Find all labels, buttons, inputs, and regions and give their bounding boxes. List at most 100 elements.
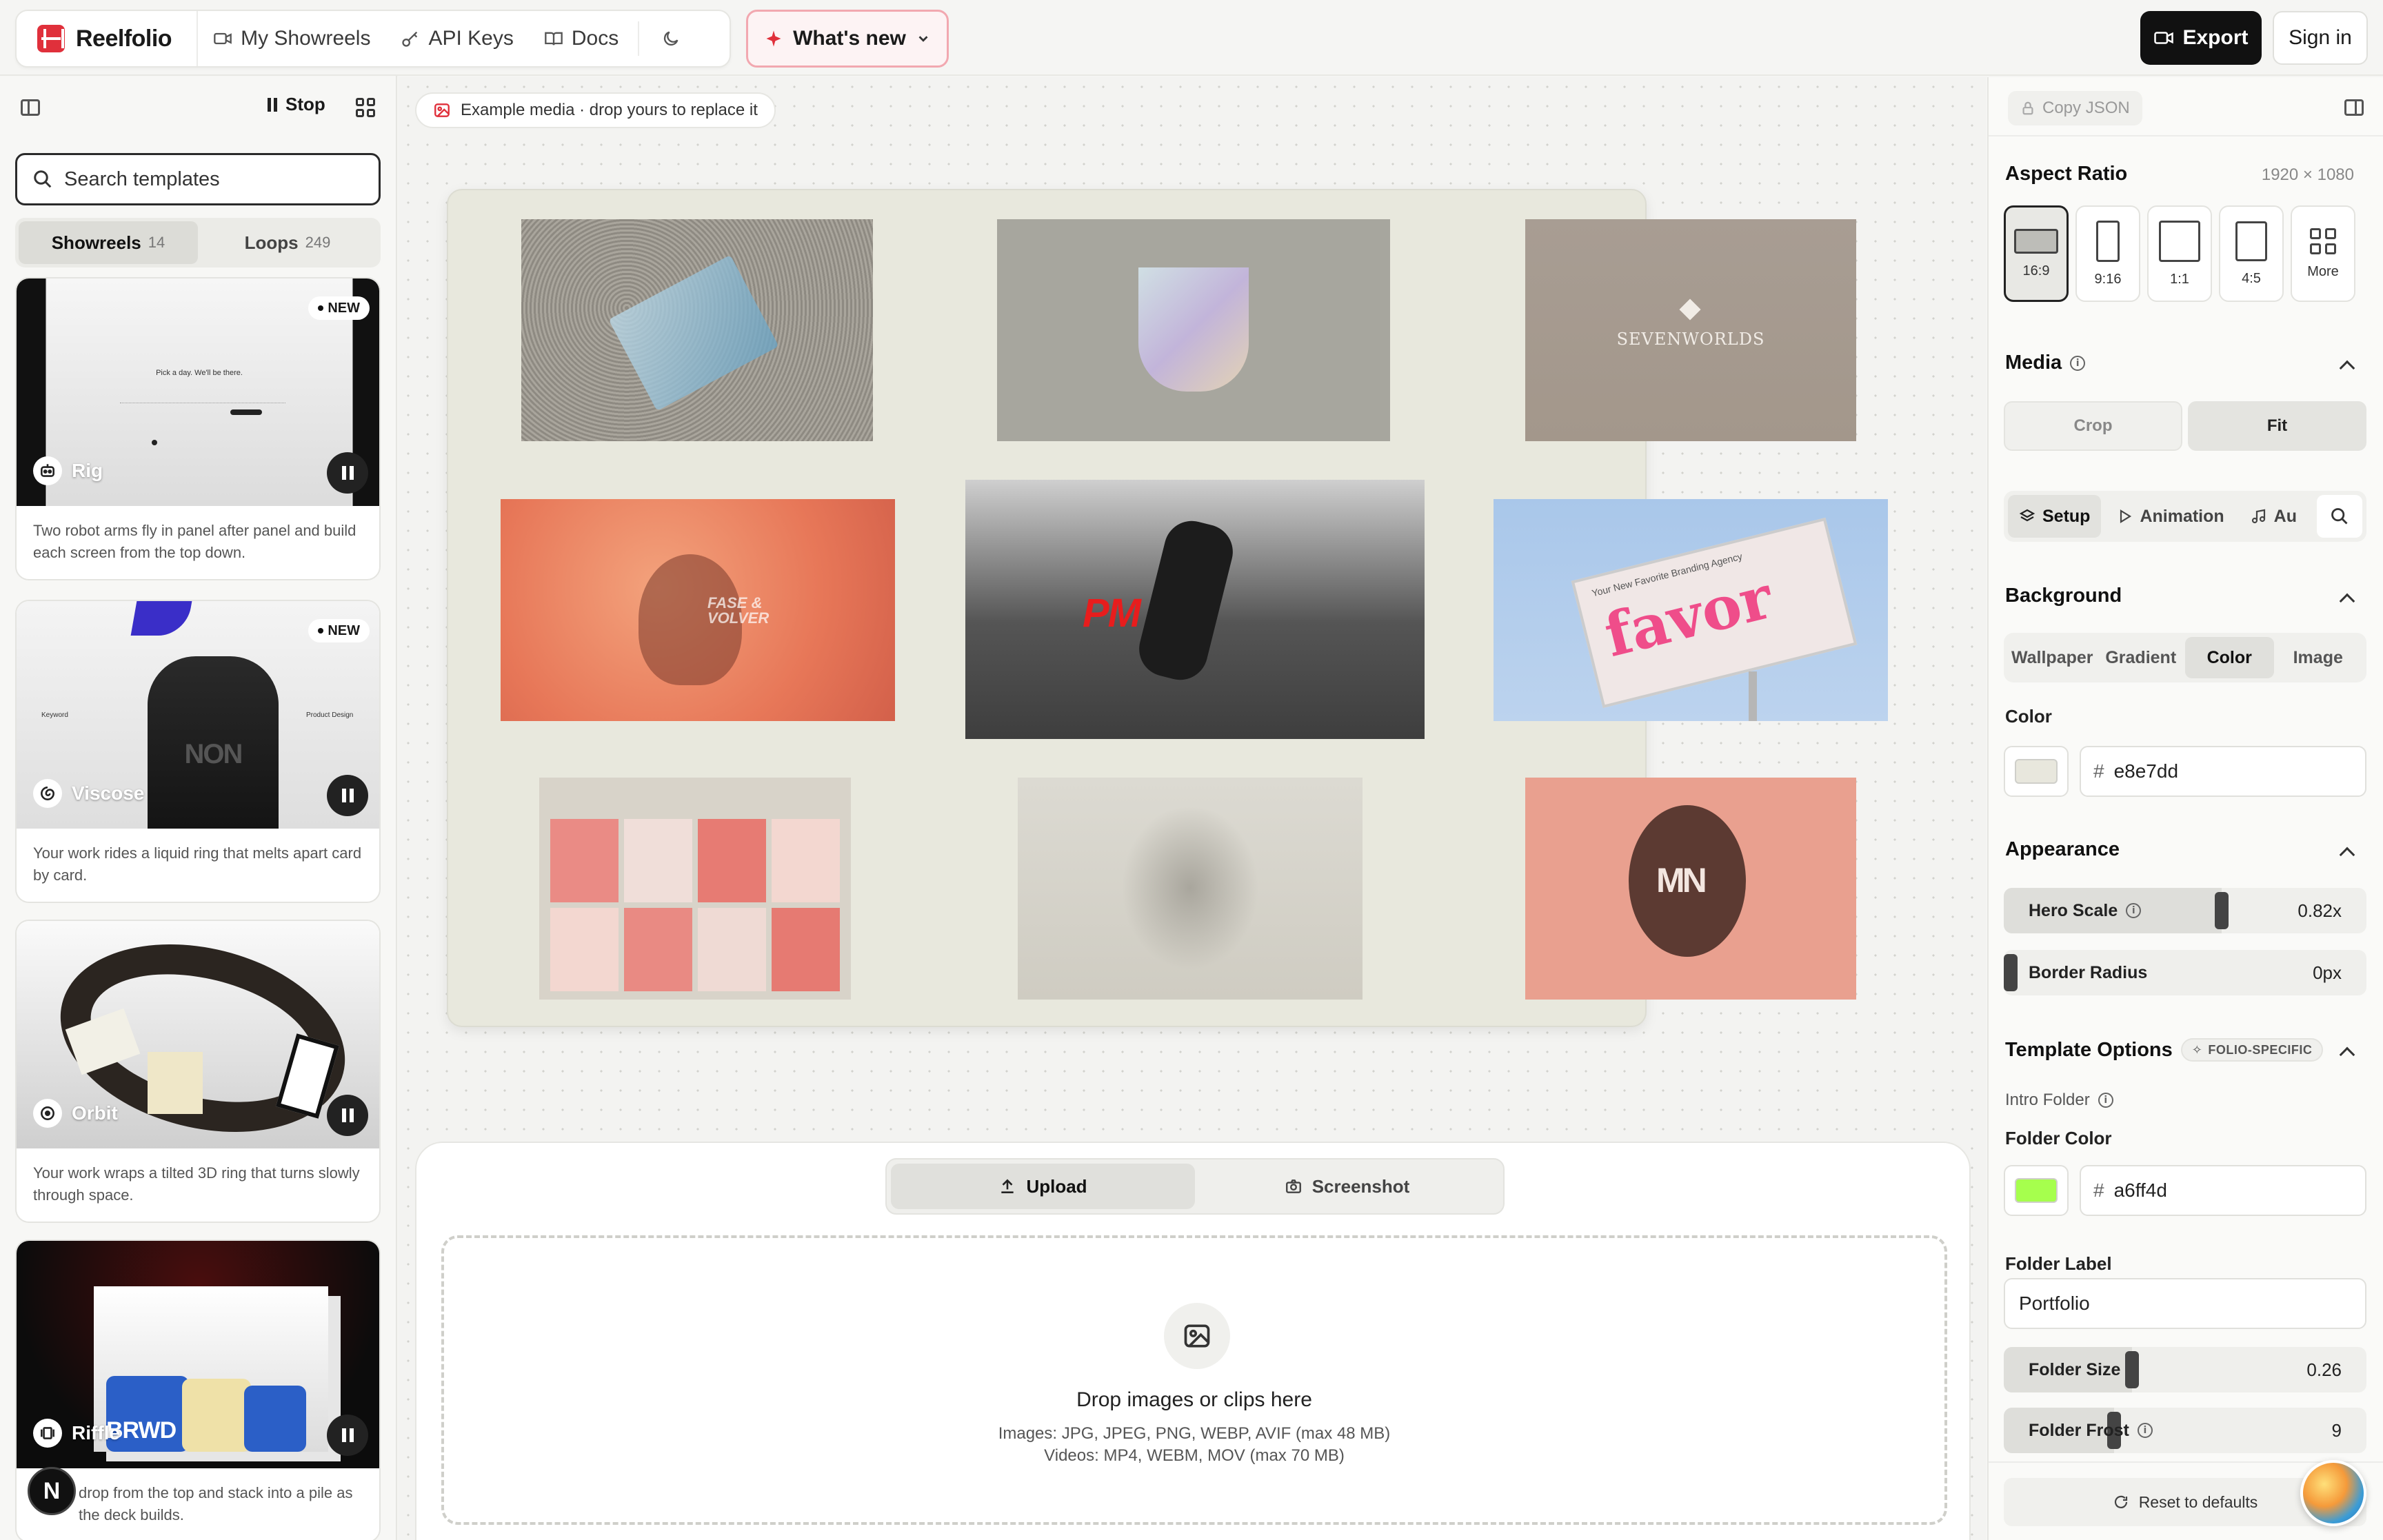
aspect-more-button[interactable]: More (2291, 205, 2355, 302)
orbit-pause-button[interactable] (327, 1095, 368, 1136)
tab-loops[interactable]: Loops 249 (198, 221, 377, 264)
media-tile-poster-wall[interactable] (539, 778, 851, 1000)
chevron-up-icon[interactable] (2339, 593, 2355, 609)
aspect-1-1-label: 1:1 (2170, 271, 2189, 287)
viscose-thumb-text: NON (184, 739, 243, 769)
bg-color-label: Color (2005, 706, 2052, 727)
template-search-input[interactable]: Search templates (15, 153, 381, 205)
rig-name: Rig (72, 460, 103, 481)
aspect-more-label: More (2307, 263, 2339, 279)
tab-gradient[interactable]: Gradient (2097, 637, 2186, 678)
folder-size-handle[interactable] (2125, 1351, 2139, 1388)
info-icon[interactable]: i (2070, 355, 2086, 371)
template-options-label: Template Options (2005, 1038, 2173, 1061)
stop-label: Stop (285, 94, 325, 114)
folder-label-input[interactable]: Portfolio (2004, 1278, 2366, 1329)
orbit-description: Your work wraps a tilted 3D ring that tu… (33, 1164, 360, 1204)
stop-all-button[interactable]: Stop (268, 94, 325, 115)
aspect-ratio-title: Aspect Ratio (2005, 163, 2128, 185)
border-radius-slider[interactable]: Border Radius 0px (2004, 950, 2366, 995)
settings-panel: Copy JSON Aspect Ratio 1920 × 1080 16:9 … (1987, 77, 2383, 1540)
sidebar-collapse-icon[interactable] (21, 99, 40, 116)
tab-color[interactable]: Color (2185, 637, 2274, 678)
export-button[interactable]: Export (2140, 11, 2262, 65)
folder-color-hex-input[interactable]: # a6ff4d (2080, 1165, 2366, 1216)
grid-view-icon[interactable] (356, 98, 375, 117)
tab-wallpaper[interactable]: Wallpaper (2008, 637, 2097, 678)
dropzone-title: Drop images or clips here (1076, 1388, 1312, 1411)
help-globe-icon[interactable] (2300, 1460, 2366, 1526)
aspect-16-9-button[interactable]: 16:9 (2004, 205, 2069, 302)
showreel-board[interactable]: SEVENWORLDS FASE & VOLVER PM Your New Fa… (447, 189, 1888, 1027)
appearance-title: Appearance (2005, 838, 2120, 860)
mn-text: MN (1656, 861, 1707, 900)
whats-new-button[interactable]: What's new (746, 10, 949, 68)
riffle-title: Riffle (33, 1419, 120, 1448)
rig-pause-button[interactable] (327, 452, 368, 494)
chevron-up-icon[interactable] (2339, 360, 2355, 376)
nav-api-keys[interactable]: API Keys (385, 11, 528, 66)
tab-screenshot[interactable]: Screenshot (1195, 1164, 1499, 1209)
chevron-up-icon[interactable] (2339, 847, 2355, 863)
folder-frost-slider[interactable]: Folder Frost i 9 (2004, 1408, 2366, 1453)
export-video-icon (2154, 32, 2174, 44)
fit-button[interactable]: Fit (2188, 401, 2366, 451)
crop-button[interactable]: Crop (2004, 401, 2182, 451)
folder-color-hex-value: a6ff4d (2113, 1179, 2167, 1201)
nav-docs-label: Docs (571, 27, 619, 50)
avatar[interactable]: N (28, 1467, 76, 1515)
folder-frost-label-text: Folder Frost (2029, 1420, 2129, 1440)
tab-showreels[interactable]: Showreels 14 (19, 221, 198, 264)
orbit-title: Orbit (33, 1099, 118, 1128)
settings-header: Copy JSON (1989, 77, 2383, 136)
bg-color-hex-input[interactable]: # e8e7dd (2080, 746, 2366, 797)
media-tile-fase-volver[interactable]: FASE & VOLVER (501, 499, 895, 721)
tab-upload-label: Upload (1026, 1175, 1087, 1197)
chevron-up-icon[interactable] (2339, 1046, 2355, 1063)
folder-size-slider[interactable]: Folder Size 0.26 (2004, 1347, 2366, 1392)
media-tile-billboard[interactable]: Your New Favorite Branding Agency favor (1494, 499, 1888, 721)
viscose-title: Viscose (33, 779, 144, 808)
tab-image[interactable]: Image (2274, 637, 2363, 678)
viscose-pause-button[interactable] (327, 775, 368, 816)
folio-specific-text: FOLIO-SPECIFIC (2208, 1042, 2313, 1057)
nav-docs[interactable]: Docs (529, 11, 634, 66)
media-tile-coffee-bag[interactable] (521, 219, 873, 441)
hero-scale-handle[interactable] (2215, 892, 2229, 929)
media-tile-motion-blur[interactable] (1018, 778, 1363, 1000)
search-placeholder: Search templates (64, 168, 220, 190)
info-icon[interactable]: i (2137, 1423, 2153, 1438)
template-card-rig[interactable]: Pick a day. We'll be there. NEW Rig Two … (15, 277, 381, 580)
media-tile-mn-helmet[interactable]: MN (1525, 778, 1856, 1000)
tab-animation[interactable]: Animation (2105, 495, 2235, 538)
tab-upload[interactable]: Upload (891, 1164, 1195, 1209)
ratio-16-9-icon (2014, 228, 2058, 254)
copy-json-button[interactable]: Copy JSON (2008, 91, 2142, 125)
media-dropzone[interactable]: Drop images or clips here Images: JPG, J… (441, 1235, 1947, 1525)
template-card-viscose[interactable]: NON Keyword Product Design NEW Viscose Y… (15, 600, 381, 903)
border-radius-handle[interactable] (2004, 954, 2018, 991)
aspect-4-5-button[interactable]: 4:5 (2219, 205, 2284, 302)
sign-in-button[interactable]: Sign in (2273, 11, 2368, 65)
nav-my-showreels[interactable]: My Showreels (198, 11, 385, 66)
hero-scale-slider[interactable]: Hero Scale i 0.82x (2004, 888, 2366, 933)
settings-search-button[interactable] (2317, 495, 2362, 538)
theme-toggle[interactable] (643, 11, 698, 66)
media-tile-sevenworlds[interactable]: SEVENWORLDS (1525, 219, 1856, 441)
media-tile-runner-hero[interactable]: PM (965, 480, 1425, 739)
grid-icon (2310, 227, 2336, 254)
info-icon[interactable]: i (2098, 1093, 2113, 1108)
info-icon[interactable]: i (2126, 903, 2142, 918)
riffle-pause-button[interactable] (327, 1415, 368, 1456)
example-media-text: Example media · drop yours to replace it (461, 101, 758, 119)
folder-color-swatch-button[interactable] (2004, 1165, 2069, 1216)
logo[interactable]: Reelfolio (17, 11, 199, 66)
template-card-orbit[interactable]: Orbit Your work wraps a tilted 3D ring t… (15, 920, 381, 1223)
aspect-1-1-button[interactable]: 1:1 (2147, 205, 2212, 302)
tab-setup[interactable]: Setup (2008, 495, 2102, 538)
panel-collapse-icon[interactable] (2344, 99, 2364, 116)
media-tile-logo-j[interactable] (997, 219, 1390, 441)
bg-color-swatch-button[interactable] (2004, 746, 2069, 797)
aspect-9-16-button[interactable]: 9:16 (2075, 205, 2140, 302)
tab-audio[interactable]: Au (2240, 495, 2308, 538)
